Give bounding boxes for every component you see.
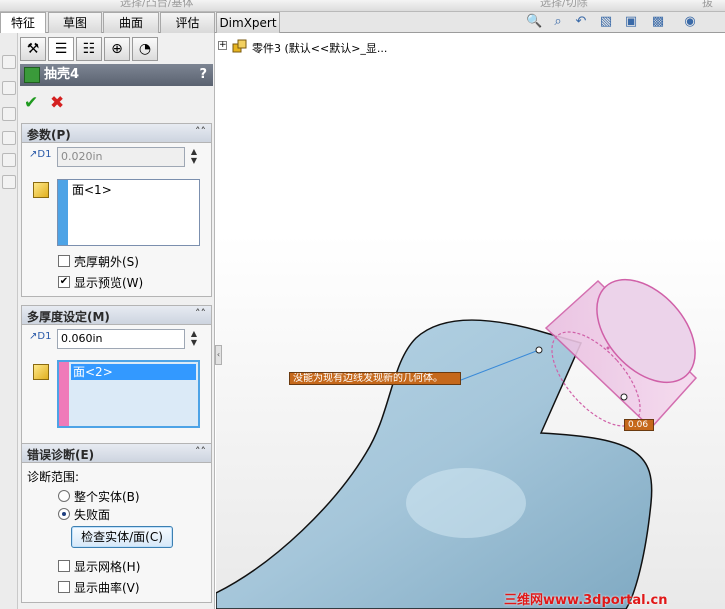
part-tree-label[interactable]: 零件3 (默认<<默认>_显... bbox=[252, 40, 387, 56]
section-view-icon[interactable]: ▧ bbox=[598, 14, 614, 30]
toolbar-ghost-label-left: 选择/凸台/基体 bbox=[120, 0, 194, 9]
expand-icon[interactable]: + bbox=[218, 41, 227, 50]
hide-show-icon[interactable]: ◉ bbox=[682, 14, 698, 30]
strip-icon-2[interactable] bbox=[2, 81, 16, 95]
display-style-icon[interactable]: ▩ bbox=[650, 14, 666, 30]
zoom-to-fit-icon[interactable]: 🔍 bbox=[526, 14, 542, 30]
feature-title: 抽壳4 bbox=[44, 67, 80, 82]
list-item[interactable]: 面<1> bbox=[70, 182, 112, 198]
watermark: 三维网www.3dportal.cn bbox=[504, 593, 668, 608]
shell-outward-label: 壳厚朝外(S) bbox=[74, 255, 139, 269]
shell-feature-icon bbox=[24, 67, 40, 83]
collapse-chevron-icon[interactable]: ˄˄ bbox=[195, 445, 206, 458]
multi-thickness-spinner[interactable]: ▲ ▼ bbox=[188, 329, 200, 349]
multi-thickness-title: 多厚度设定(M) bbox=[27, 310, 110, 324]
thickness-field[interactable]: 0.020in bbox=[57, 147, 185, 167]
display-manager-icon[interactable]: ◔ bbox=[132, 37, 158, 61]
scope-whole-body-label: 整个实体(B) bbox=[74, 490, 140, 504]
strip-icon-1[interactable] bbox=[2, 55, 16, 69]
edge-handle[interactable] bbox=[535, 346, 543, 354]
error-callout: 没能为现有边线发现新的几何体。 bbox=[289, 372, 461, 385]
show-curvature-checkbox[interactable] bbox=[58, 581, 70, 593]
top-toolbar-strip: 选择/凸台/基体 选择/切除 拔 bbox=[0, 0, 725, 12]
scope-failed-faces-label: 失败面 bbox=[74, 508, 111, 522]
selection-color-bar bbox=[58, 180, 68, 245]
multi-thickness-field[interactable]: 0.060in bbox=[57, 329, 185, 349]
list-item[interactable]: 面<2> bbox=[71, 364, 196, 380]
shell-outward-checkbox[interactable] bbox=[58, 255, 70, 267]
strip-icon-3[interactable] bbox=[2, 107, 16, 121]
strip-icon-6[interactable] bbox=[2, 175, 16, 189]
check-body-faces-button[interactable]: 检查实体/面(C) bbox=[71, 526, 173, 548]
tab-evaluate[interactable]: 评估 bbox=[160, 12, 215, 33]
parameters-header[interactable]: 参数(P) ˄˄ bbox=[22, 124, 211, 143]
feature-manager-icon[interactable]: ⚒ bbox=[20, 37, 46, 61]
toolbar-ghost-label-right: 拔 bbox=[702, 0, 713, 9]
tab-dimxpert[interactable]: DimXpert bbox=[216, 12, 280, 33]
cancel-button[interactable]: ✖ bbox=[50, 93, 64, 113]
thickness-dimension-icon: ↗D1 bbox=[29, 149, 52, 160]
error-diagnostics-group: 错误诊断(E) ˄˄ 诊断范围: 整个实体(B) 失败面 显示网格(H) 显示曲… bbox=[21, 443, 212, 603]
property-manager-icon[interactable]: ☰ bbox=[48, 37, 74, 61]
feature-title-bar: 抽壳4 ? bbox=[20, 64, 213, 86]
part-icon bbox=[232, 38, 248, 54]
faces-to-remove-icon bbox=[33, 182, 49, 198]
toolbar-ghost-label-middle: 选择/切除 bbox=[540, 0, 588, 9]
parameters-group: 参数(P) ˄˄ ↗D1 0.020in ▲ ▼ 面<1> 壳厚朝外(S) ✔ 显… bbox=[21, 123, 212, 297]
multi-thickness-header[interactable]: 多厚度设定(M) ˄˄ bbox=[22, 306, 211, 325]
show-curvature-label: 显示曲率(V) bbox=[74, 581, 140, 595]
edge-handle[interactable] bbox=[620, 393, 628, 401]
dimension-tag[interactable]: 0.06 bbox=[624, 419, 654, 431]
show-preview-label: 显示预览(W) bbox=[74, 276, 144, 290]
multi-thickness-faces-icon bbox=[33, 364, 49, 380]
collapse-chevron-icon[interactable]: ˄˄ bbox=[195, 125, 206, 138]
property-manager-panel: ⚒ ☰ ☷ ⊕ ◔ 抽壳4 ? ✔ ✖ 参数(P) ˄˄ ↗D1 0.020in… bbox=[18, 33, 215, 609]
center-point bbox=[606, 346, 610, 350]
show-mesh-label: 显示网格(H) bbox=[74, 560, 141, 574]
show-mesh-checkbox[interactable] bbox=[58, 560, 70, 572]
tab-sketch[interactable]: 草图 bbox=[48, 12, 102, 33]
zoom-area-icon[interactable]: ⌕ bbox=[550, 14, 566, 30]
ok-button[interactable]: ✔ bbox=[24, 93, 38, 113]
help-button[interactable]: ? bbox=[199, 64, 207, 86]
configuration-manager-icon[interactable]: ☷ bbox=[76, 37, 102, 61]
tab-features[interactable]: 特征 bbox=[0, 12, 46, 34]
parameters-title: 参数(P) bbox=[27, 128, 71, 142]
surface-highlight bbox=[406, 468, 526, 538]
tab-surfaces[interactable]: 曲面 bbox=[103, 12, 159, 33]
collapse-chevron-icon[interactable]: ˄˄ bbox=[195, 307, 206, 320]
thickness-spinner[interactable]: ▲ ▼ bbox=[188, 147, 200, 167]
view-orientation-icon[interactable]: ▣ bbox=[623, 14, 639, 30]
faces-to-remove-list[interactable]: 面<1> bbox=[57, 179, 200, 246]
scope-whole-body-radio[interactable] bbox=[58, 490, 70, 502]
error-diagnostics-header[interactable]: 错误诊断(E) ˄˄ bbox=[22, 444, 211, 463]
selection-color-bar bbox=[59, 362, 69, 426]
diagnostic-scope-label: 诊断范围: bbox=[27, 470, 80, 484]
panel-splitter-handle[interactable]: ‹ bbox=[215, 345, 222, 365]
part-model-graphic bbox=[216, 278, 698, 609]
multi-thickness-faces-list[interactable]: 面<2> bbox=[57, 360, 200, 428]
scope-failed-faces-radio[interactable] bbox=[58, 508, 70, 520]
error-diagnostics-title: 错误诊断(E) bbox=[27, 448, 95, 462]
multi-thickness-dimension-icon: ↗D1 bbox=[29, 331, 52, 342]
strip-icon-5[interactable] bbox=[2, 153, 16, 167]
previous-view-icon[interactable]: ↶ bbox=[573, 14, 589, 30]
command-manager-tabs: 特征 草图 曲面 评估 DimXpert bbox=[0, 12, 725, 34]
graphics-area[interactable] bbox=[216, 33, 725, 609]
strip-icon-4[interactable] bbox=[2, 131, 16, 145]
task-pane-strip bbox=[0, 33, 18, 609]
dimxpert-icon[interactable]: ⊕ bbox=[104, 37, 130, 61]
show-preview-checkbox[interactable]: ✔ bbox=[58, 276, 70, 288]
